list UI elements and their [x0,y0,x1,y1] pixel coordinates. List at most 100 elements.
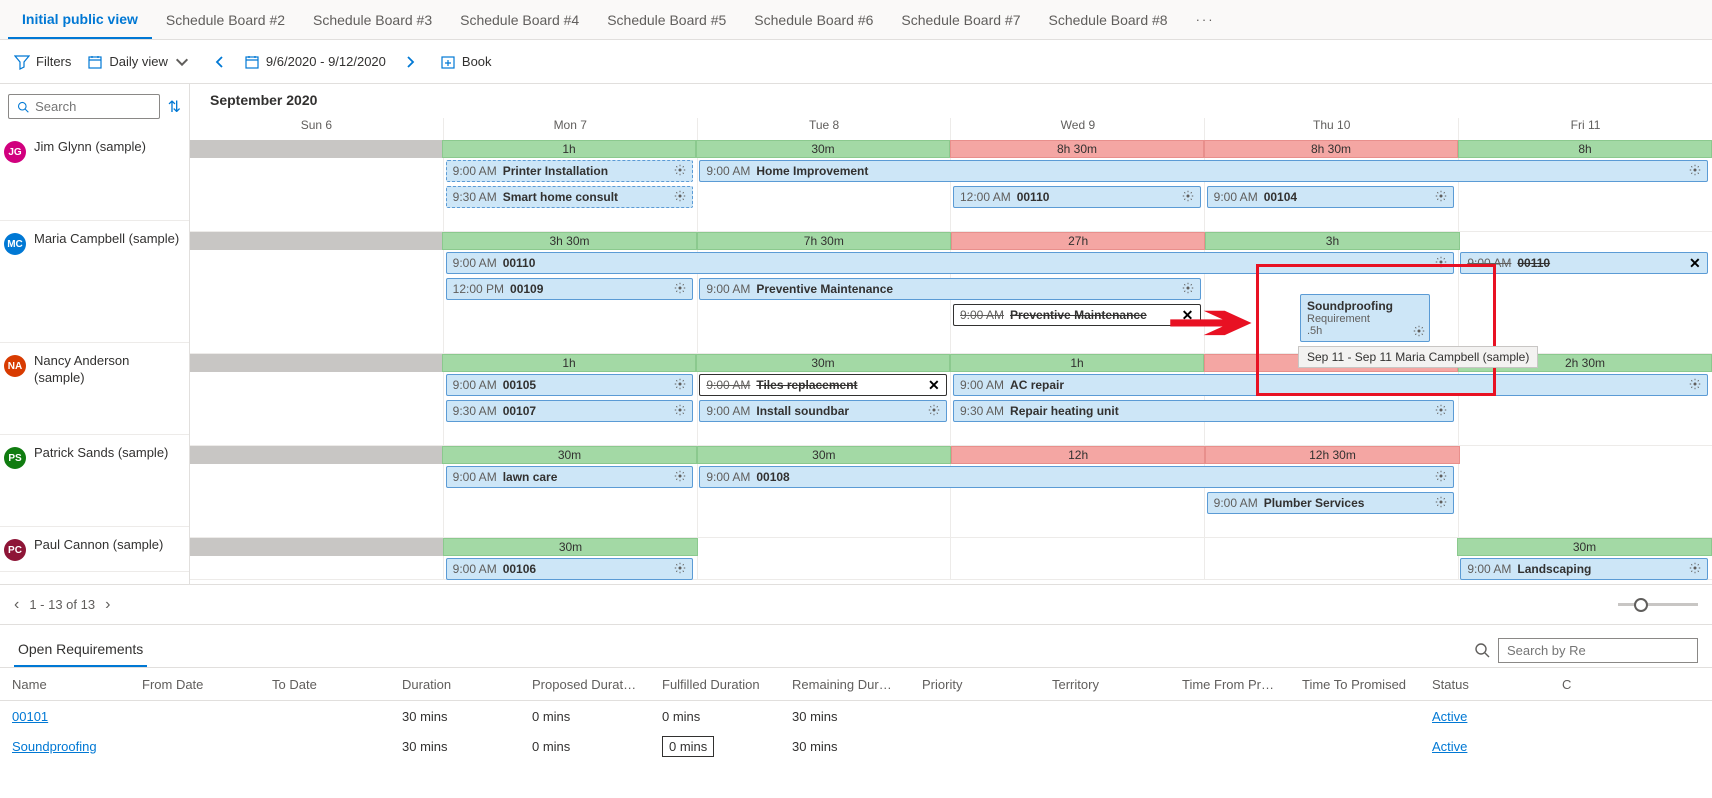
event-time: 9:00 AM [453,562,497,576]
search-icon[interactable] [1474,642,1490,658]
capacity-cell [1204,538,1457,556]
timeline-row[interactable]: 30m30m12h12h 30m9:00 AMlawn care9:00 AM0… [190,446,1712,538]
column-header[interactable]: Status [1420,677,1550,692]
prev-page-button[interactable]: ‹ [14,596,19,614]
capacity-cell: 8h 30m [950,140,1204,158]
event-time: 9:00 AM [453,256,497,270]
resource-row[interactable]: MCMaria Campbell (sample) [0,221,189,343]
capacity-cell: 7h 30m [697,232,951,250]
event-title: Repair heating unit [1010,404,1119,418]
column-header[interactable]: C [1550,677,1590,692]
prev-week-button[interactable] [206,48,234,76]
tabs-overflow-button[interactable]: ··· [1182,2,1229,37]
booking-event[interactable]: 9:00 AMHome Improvement [699,160,1708,182]
requirements-search-input[interactable] [1498,638,1698,663]
zoom-slider[interactable] [1618,603,1698,606]
booking-event[interactable]: 9:00 AM 00106 [446,558,694,580]
capacity-cell: 1h [442,140,696,158]
booking-event[interactable]: 9:00 AM00108 [699,466,1454,488]
tab-board-1[interactable]: Schedule Board #2 [152,2,299,38]
status-link[interactable]: Active [1432,739,1467,754]
resource-search-box[interactable] [8,94,160,119]
event-title: Home Improvement [756,164,868,178]
booking-event[interactable]: 9:00 AM00110 [446,252,1455,274]
column-header[interactable]: Duration [390,677,520,692]
drop-card[interactable]: Soundproofing Requirement .5h [1300,294,1430,342]
column-header[interactable]: Name [0,677,130,692]
column-header[interactable]: Priority [910,677,1040,692]
booking-event[interactable]: 9:00 AMPreventive Maintenance✕ [953,304,1201,326]
booking-event[interactable]: 9:00 AMlawn care [446,466,694,488]
day-header: Thu 10 [1204,118,1458,140]
sort-button[interactable]: ⇅ [168,97,181,117]
event-title: Landscaping [1517,562,1591,576]
resource-row[interactable]: NANancy Anderson (sample) [0,343,189,435]
booking-event[interactable]: 12:00 PM00109 [446,278,694,300]
column-header[interactable]: To Date [260,677,390,692]
date-range-button[interactable]: 9/6/2020 - 9/12/2020 [244,54,386,70]
resource-row[interactable]: PSPatrick Sands (sample) [0,435,189,527]
next-page-button[interactable]: › [105,596,110,614]
requirement-link[interactable]: Soundproofing [12,739,97,754]
capacity-cell: 3h [1205,232,1459,250]
booking-event[interactable]: 9:30 AMRepair heating unit [953,400,1454,422]
column-header[interactable]: Time To Promised [1290,677,1420,692]
resource-row[interactable]: PCPaul Cannon (sample) [0,527,189,572]
status-link[interactable]: Active [1432,709,1467,724]
tab-board-6[interactable]: Schedule Board #7 [887,2,1034,38]
timeline-row[interactable]: 30m30m9:00 AM001069:00 AMLandscaping [190,538,1712,580]
search-input[interactable] [35,99,150,114]
booking-event[interactable]: 9:00 AMPreventive Maintenance [699,278,1200,300]
event-time: 9:00 AM [1214,190,1258,204]
column-header[interactable]: Remaining Durati... [780,677,910,692]
booking-event[interactable]: 9:00 AMPlumber Services [1207,492,1455,514]
filters-button[interactable]: Filters [14,54,71,70]
column-header[interactable]: Time From Promi... [1170,677,1290,692]
booking-event[interactable]: 9:30 AMSmart home consult [446,186,694,208]
booking-event[interactable]: 9:00 AM00104 [1207,186,1455,208]
booking-event[interactable]: 9:00 AMPrinter Installation [446,160,694,182]
pager-text: 1 - 13 of 13 [29,597,95,612]
column-header[interactable]: Proposed Duration [520,677,650,692]
capacity-cell [190,140,442,158]
booking-event[interactable]: 9:00 AM00110✕ [1460,252,1708,274]
view-dropdown[interactable]: Daily view [87,54,190,70]
tab-board-7[interactable]: Schedule Board #8 [1034,2,1181,38]
tab-open-requirements[interactable]: Open Requirements [14,633,147,667]
gear-icon [674,282,688,296]
column-header[interactable]: Territory [1040,677,1170,692]
column-header[interactable]: From Date [130,677,260,692]
event-time: 9:00 AM [1467,256,1511,270]
table-row[interactable]: 0010130 mins0 mins0 mins30 minsActive [0,701,1712,731]
booking-event[interactable]: 9:30 AM00107 [446,400,694,422]
resource-row[interactable]: JGJim Glynn (sample) [0,129,189,221]
event-time: 9:00 AM [960,378,1004,392]
event-title: 00110 [1517,256,1550,270]
next-week-button[interactable] [396,48,424,76]
gear-icon [1689,378,1703,392]
tab-board-2[interactable]: Schedule Board #3 [299,2,446,38]
booking-event[interactable]: 9:00 AMInstall soundbar [699,400,947,422]
table-cell: 30 mins [780,739,910,754]
capacity-cell: 12h [951,446,1205,464]
booking-event[interactable]: 9:00 AMLandscaping [1460,558,1708,580]
event-title: Preventive Maintenance [756,282,893,296]
event-title: 00106 [503,562,536,576]
calendar-icon [244,54,260,70]
tab-board-5[interactable]: Schedule Board #6 [740,2,887,38]
column-header[interactable]: Fulfilled Duration [650,677,780,692]
tab-board-3[interactable]: Schedule Board #4 [446,2,593,38]
gear-icon [1689,562,1703,576]
booking-event[interactable]: 9:00 AM00105 [446,374,694,396]
booking-event[interactable]: 9:00 AMAC repair [953,374,1708,396]
booking-event[interactable]: 9:00 AMTiles replacement✕ [699,374,947,396]
timeline-row[interactable]: 1h30m8h 30m8h 30m8h9:00 AMPrinter Instal… [190,140,1712,232]
requirement-link[interactable]: 00101 [12,709,48,724]
timeline-row[interactable]: 3h 30m7h 30m27h3h9:00 AM001109:00 AM0011… [190,232,1712,354]
tab-board-4[interactable]: Schedule Board #5 [593,2,740,38]
booking-event[interactable]: 12:00 AM00110 [953,186,1201,208]
day-header: Wed 9 [950,118,1204,140]
book-button[interactable]: Book [440,54,492,70]
tab-board-0[interactable]: Initial public view [8,1,152,39]
table-row[interactable]: Soundproofing30 mins0 mins0 mins30 minsA… [0,731,1712,761]
